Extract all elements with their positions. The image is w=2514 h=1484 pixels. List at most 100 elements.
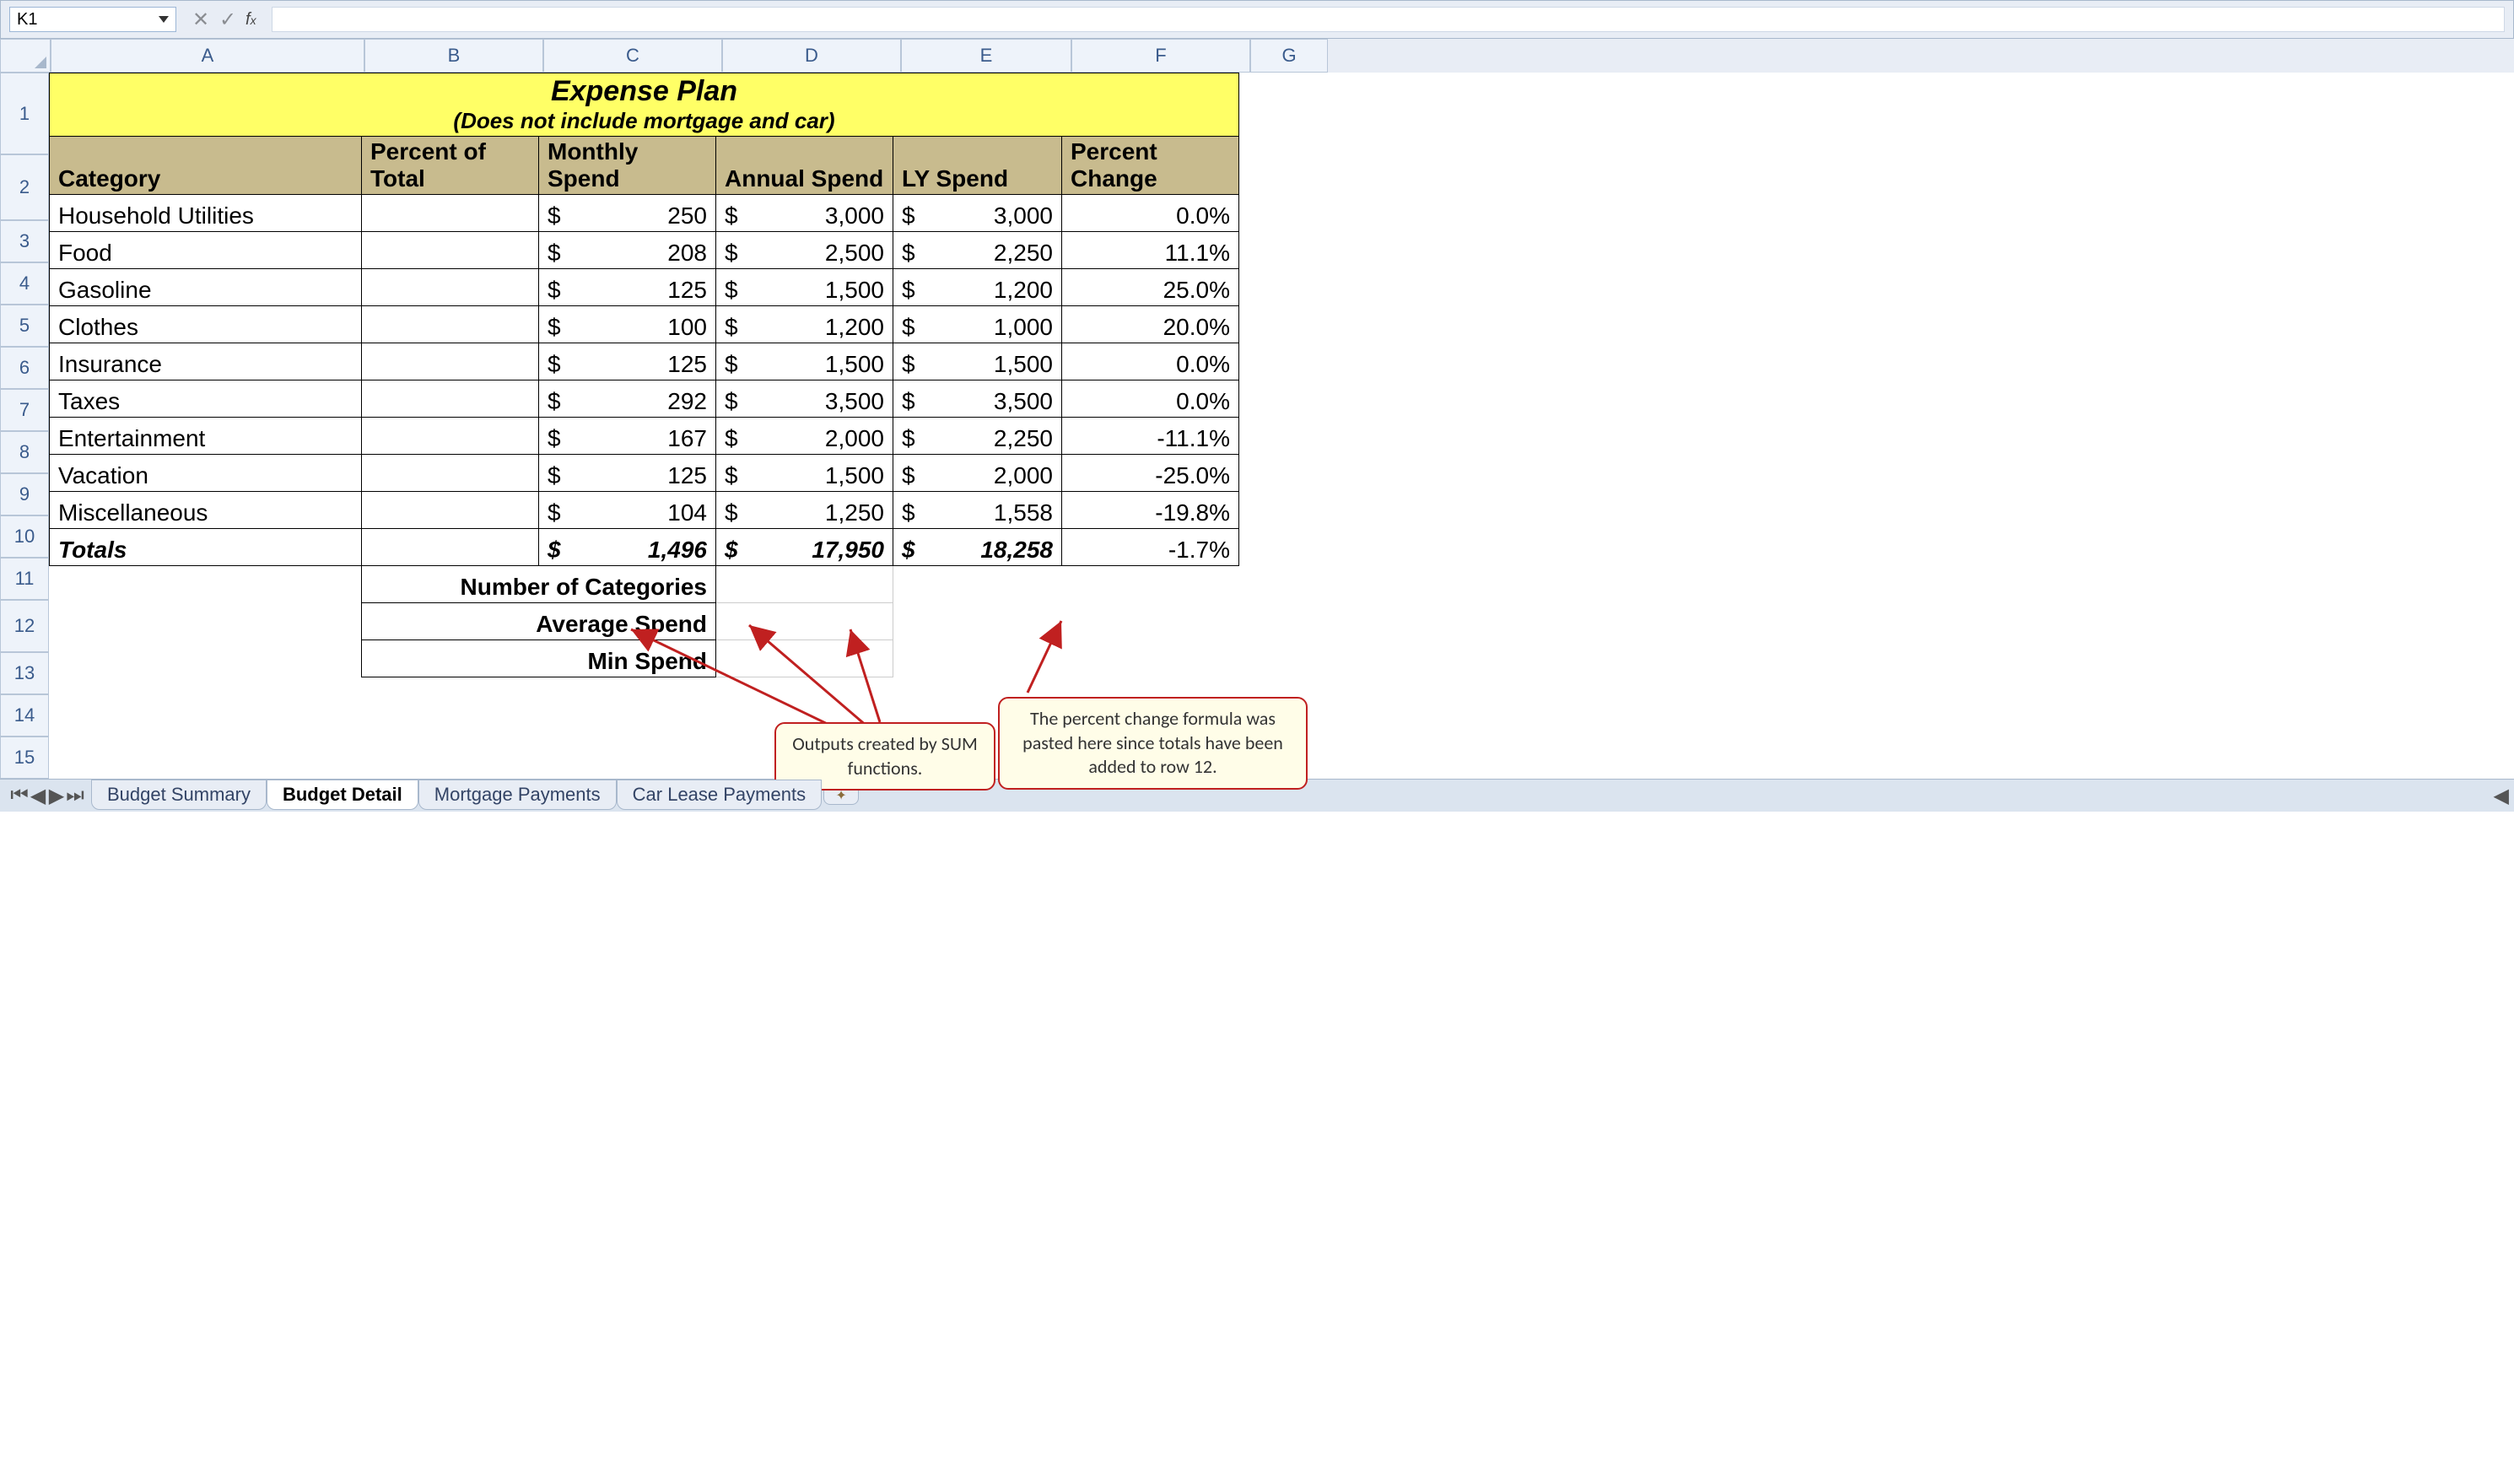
sheet-tab[interactable]: Budget Summary	[91, 780, 267, 810]
cell-pct[interactable]: 0.0%	[1062, 343, 1239, 380]
row-header-12[interactable]: 12	[0, 600, 49, 652]
prev-sheet-icon[interactable]: ◀	[30, 788, 46, 803]
cell-annual[interactable]: $1,500	[716, 455, 893, 492]
cell-poft[interactable]	[362, 492, 539, 529]
fx-icon[interactable]: fx	[245, 10, 256, 30]
cell-ly[interactable]: $2,000	[893, 455, 1062, 492]
header-category[interactable]: Category	[50, 137, 362, 195]
cell-annual[interactable]: $2,500	[716, 232, 893, 269]
cell-ly[interactable]: $2,250	[893, 232, 1062, 269]
cell-poft[interactable]	[362, 455, 539, 492]
totals-monthly[interactable]: $1,496	[539, 529, 716, 566]
totals-label[interactable]: Totals	[50, 529, 362, 566]
cell-category[interactable]: Miscellaneous	[50, 492, 362, 529]
label-min-spend[interactable]: Min Spend	[362, 640, 716, 677]
title-cell[interactable]: Expense Plan (Does not include mortgage …	[50, 73, 1239, 137]
cell-pct[interactable]: -11.1%	[1062, 418, 1239, 455]
row-header-5[interactable]: 5	[0, 305, 49, 347]
cell-category[interactable]: Household Utilities	[50, 195, 362, 232]
cell-annual[interactable]: $3,500	[716, 380, 893, 418]
label-num-categories[interactable]: Number of Categories	[362, 566, 716, 603]
row-header-8[interactable]: 8	[0, 431, 49, 473]
row-header-15[interactable]: 15	[0, 737, 49, 779]
sheet-tab[interactable]: Mortgage Payments	[418, 780, 617, 810]
cell-monthly[interactable]: $125	[539, 343, 716, 380]
cell-pct[interactable]: 0.0%	[1062, 195, 1239, 232]
cell-pct[interactable]: -19.8%	[1062, 492, 1239, 529]
cell-ly[interactable]: $1,000	[893, 306, 1062, 343]
cell-ly[interactable]: $1,500	[893, 343, 1062, 380]
cell-poft[interactable]	[362, 195, 539, 232]
cell-annual[interactable]: $1,500	[716, 269, 893, 306]
cell-category[interactable]: Entertainment	[50, 418, 362, 455]
cell-category[interactable]: Taxes	[50, 380, 362, 418]
cell-pct[interactable]: -25.0%	[1062, 455, 1239, 492]
first-sheet-icon[interactable]: ⏮	[12, 788, 27, 803]
cell-poft[interactable]	[362, 306, 539, 343]
cell-ly[interactable]: $1,558	[893, 492, 1062, 529]
cell-monthly[interactable]: $100	[539, 306, 716, 343]
name-box[interactable]: K1	[9, 7, 176, 32]
totals-ly[interactable]: $18,258	[893, 529, 1062, 566]
row-header-6[interactable]: 6	[0, 347, 49, 389]
scroll-left-icon[interactable]: ◀	[2494, 784, 2509, 808]
header-percent-total[interactable]: Percent of Total	[362, 137, 539, 195]
totals-pct[interactable]: -1.7%	[1062, 529, 1239, 566]
cell-monthly[interactable]: $125	[539, 269, 716, 306]
row-header-13[interactable]: 13	[0, 652, 49, 694]
cell-monthly[interactable]: $104	[539, 492, 716, 529]
col-header-F[interactable]: F	[1071, 39, 1250, 73]
cell-poft[interactable]	[362, 232, 539, 269]
col-header-C[interactable]: C	[543, 39, 722, 73]
cell-ly[interactable]: $2,250	[893, 418, 1062, 455]
cell-annual[interactable]: $2,000	[716, 418, 893, 455]
formula-input[interactable]	[272, 7, 2505, 32]
cell-poft[interactable]	[362, 269, 539, 306]
cell-pct[interactable]: 11.1%	[1062, 232, 1239, 269]
col-header-A[interactable]: A	[51, 39, 364, 73]
cell-poft[interactable]	[362, 418, 539, 455]
label-avg-spend[interactable]: Average Spend	[362, 603, 716, 640]
sheet-tab[interactable]: Car Lease Payments	[617, 780, 822, 810]
cell-ly[interactable]: $3,500	[893, 380, 1062, 418]
header-ly[interactable]: LY Spend	[893, 137, 1062, 195]
cell-monthly[interactable]: $167	[539, 418, 716, 455]
cell-category[interactable]: Vacation	[50, 455, 362, 492]
header-annual[interactable]: Annual Spend	[716, 137, 893, 195]
header-pct-change[interactable]: Percent Change	[1062, 137, 1239, 195]
row-header-9[interactable]: 9	[0, 473, 49, 515]
cell-poft[interactable]	[362, 380, 539, 418]
row-header-4[interactable]: 4	[0, 262, 49, 305]
cell-monthly[interactable]: $208	[539, 232, 716, 269]
cell-annual[interactable]: $1,250	[716, 492, 893, 529]
cell-monthly[interactable]: $292	[539, 380, 716, 418]
row-header-1[interactable]: 1	[0, 73, 49, 154]
cell-pct[interactable]: 20.0%	[1062, 306, 1239, 343]
row-header-2[interactable]: 2	[0, 154, 49, 220]
row-header-11[interactable]: 11	[0, 558, 49, 600]
row-header-7[interactable]: 7	[0, 389, 49, 431]
cell-pct[interactable]: 0.0%	[1062, 380, 1239, 418]
last-sheet-icon[interactable]: ⏭	[67, 788, 83, 803]
totals-annual[interactable]: $17,950	[716, 529, 893, 566]
cell-annual[interactable]: $1,200	[716, 306, 893, 343]
cell-category[interactable]: Gasoline	[50, 269, 362, 306]
col-header-G[interactable]: G	[1250, 39, 1328, 73]
cell-pct[interactable]: 25.0%	[1062, 269, 1239, 306]
sheet-tab[interactable]: Budget Detail	[267, 780, 418, 810]
col-header-E[interactable]: E	[901, 39, 1071, 73]
cell-annual[interactable]: $1,500	[716, 343, 893, 380]
select-all-corner[interactable]	[0, 39, 51, 73]
row-header-14[interactable]: 14	[0, 694, 49, 737]
chevron-down-icon[interactable]	[159, 16, 169, 23]
row-header-3[interactable]: 3	[0, 220, 49, 262]
cell-category[interactable]: Insurance	[50, 343, 362, 380]
cell-monthly[interactable]: $125	[539, 455, 716, 492]
data-table[interactable]: Expense Plan (Does not include mortgage …	[49, 73, 1239, 677]
cell-monthly[interactable]: $250	[539, 195, 716, 232]
col-header-D[interactable]: D	[722, 39, 901, 73]
next-sheet-icon[interactable]: ▶	[49, 788, 64, 803]
row-header-10[interactable]: 10	[0, 515, 49, 558]
totals-poft[interactable]	[362, 529, 539, 566]
cell-ly[interactable]: $3,000	[893, 195, 1062, 232]
